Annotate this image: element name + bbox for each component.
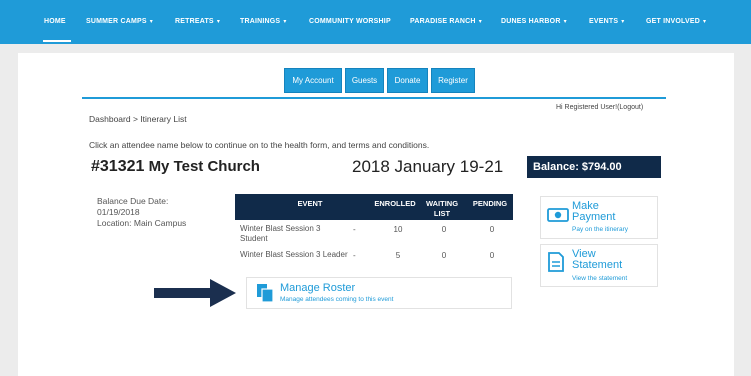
nav-item-paradise-ranch[interactable]: PARADISE RANCH ▾ [410, 18, 482, 25]
copy-roster-icon [257, 284, 274, 303]
instruction-text: Click an attendee name below to continue… [89, 140, 430, 150]
view-statement-title: View Statement [572, 248, 623, 271]
view-statement-button[interactable]: View Statement View the statement [540, 244, 658, 287]
register-button[interactable]: Register [431, 68, 475, 93]
enrolled-count: 10 [393, 225, 403, 234]
nav-item-summer-camps[interactable]: SUMMER CAMPS ▾ [86, 18, 153, 25]
nav-item-retreats[interactable]: RETREATS ▾ [175, 18, 220, 25]
view-statement-subtitle: View the statement [572, 275, 628, 282]
nav-item-dunes-harbor[interactable]: DUNES HARBOR ▾ [501, 18, 567, 25]
manage-roster-title: Manage Roster [280, 282, 356, 294]
right-arrow-icon [154, 279, 236, 307]
column-event: EVENT [297, 199, 323, 208]
pending-count: 0 [489, 225, 495, 234]
make-payment-subtitle: Pay on the itinerary [572, 226, 629, 233]
nav-item-home[interactable]: HOME [44, 18, 66, 25]
manage-roster-subtitle: Manage attendees coming to this event [280, 296, 394, 303]
balance-due-date: 01/19/2018 [97, 207, 140, 217]
separator: - [353, 251, 356, 260]
attendee-event[interactable]: Winter Blast Session 3 Leader [240, 250, 350, 260]
waiting-count: 0 [441, 251, 447, 260]
donate-button[interactable]: Donate [387, 68, 428, 93]
breadcrumb[interactable]: Dashboard > Itinerary List [89, 114, 187, 124]
divider [82, 97, 666, 99]
chevron-down-icon: ▾ [621, 19, 625, 25]
chevron-down-icon: ▾ [216, 19, 221, 25]
church-name: My Test Church [148, 158, 260, 175]
event-date: 2018 January 19-21 [352, 157, 504, 176]
pending-count: 0 [489, 251, 495, 260]
user-greeting: Hi Registered User!(Logout) [556, 104, 644, 111]
separator: - [353, 225, 356, 234]
document-icon [548, 252, 564, 272]
make-payment-title: Make Payment [572, 200, 616, 223]
table-header: EVENT ENROLLED WAITING LIST PENDING [235, 194, 513, 220]
chevron-down-icon: ▾ [283, 19, 287, 25]
column-waiting-list: WAITING LIST [425, 199, 459, 218]
column-pending: PENDING [472, 199, 508, 208]
top-nav: HOME SUMMER CAMPS ▾ RETREATS ▾ TRAININGS ▾ … [0, 0, 751, 44]
column-enrolled: ENROLLED [374, 199, 416, 208]
location: Location: Main Campus [97, 218, 187, 228]
nav-item-get-involved[interactable]: GET INVOLVED ▾ [646, 18, 706, 25]
balance-badge: Balance: $794.00 [527, 156, 661, 178]
attendee-event[interactable]: Winter Blast Session 3 Student [240, 224, 350, 244]
chevron-down-icon: ▾ [149, 19, 153, 25]
table-row[interactable]: Winter Blast Session 3 Student - 10 0 0 [235, 222, 513, 248]
church-number: #31321 [91, 158, 145, 175]
manage-roster-button[interactable]: Manage Roster Manage attendees coming to… [246, 277, 512, 309]
chevron-down-icon: ▾ [563, 19, 567, 25]
page-title: #31321 My Test Church [91, 158, 260, 176]
nav-active-indicator [43, 40, 71, 42]
waiting-count: 0 [441, 225, 447, 234]
nav-item-events[interactable]: EVENTS ▾ [589, 18, 624, 25]
make-payment-button[interactable]: Make Payment Pay on the itinerary [540, 196, 658, 239]
chevron-down-icon: ▾ [478, 19, 482, 25]
money-icon [547, 208, 569, 222]
nav-item-community-worship[interactable]: COMMUNITY WORSHIP [309, 18, 391, 25]
enrolled-count: 5 [395, 251, 401, 260]
guests-button[interactable]: Guests [345, 68, 384, 93]
chevron-down-icon: ▾ [703, 19, 707, 25]
table-row[interactable]: Winter Blast Session 3 Leader - 5 0 0 [235, 248, 513, 274]
logout-link[interactable]: (Logout) [617, 104, 643, 111]
my-account-button[interactable]: My Account [284, 68, 342, 93]
balance-due-label: Balance Due Date: [97, 196, 169, 206]
nav-item-trainings[interactable]: TRAININGS ▾ [240, 18, 287, 25]
